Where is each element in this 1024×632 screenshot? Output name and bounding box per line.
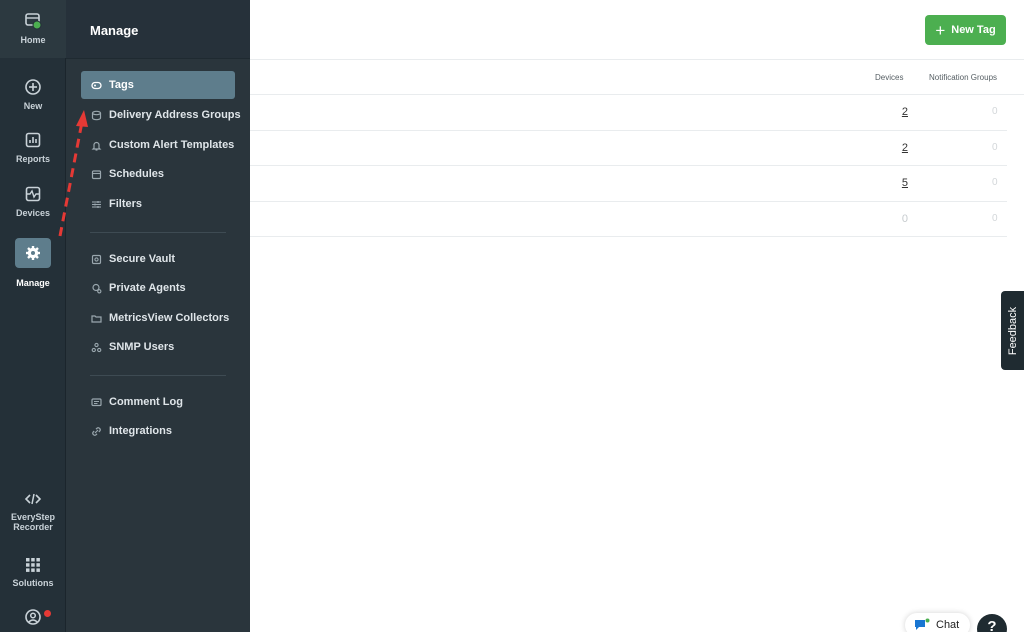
notification-groups-count: 0 <box>992 177 998 188</box>
devices-count-link[interactable]: 5 <box>888 177 908 189</box>
menu-item-private-agents[interactable]: Private Agents <box>81 274 235 302</box>
plus-circle-icon <box>25 79 41 95</box>
menu-item-filters[interactable]: Filters <box>81 190 235 218</box>
agent-icon <box>92 283 102 293</box>
panel-title: Manage <box>66 0 250 59</box>
user-avatar-icon <box>25 609 41 625</box>
chat-bubble-icon <box>915 618 930 630</box>
home-dashboard-icon <box>25 13 42 30</box>
new-tag-button[interactable]: + New Tag <box>925 15 1006 45</box>
annotation-arrow <box>58 110 88 237</box>
rail-solutions[interactable]: Solutions <box>0 557 66 588</box>
rail-everystep-recorder[interactable]: EveryStep Recorder <box>0 491 66 532</box>
devices-count-link[interactable]: 2 <box>888 142 908 154</box>
filter-icon <box>92 200 101 208</box>
table-row[interactable]: 2 0 <box>250 95 1007 131</box>
feedback-label: Feedback <box>1006 306 1019 355</box>
rail-home[interactable]: Home <box>0 0 66 58</box>
bar-chart-icon <box>25 132 41 148</box>
table-row[interactable]: 5 0 <box>250 166 1007 202</box>
table-row[interactable]: 0 0 <box>250 202 1007 237</box>
menu-item-tags[interactable]: Tags <box>81 71 235 99</box>
feedback-tab[interactable]: Feedback <box>1001 291 1024 370</box>
menu-item-label: Integrations <box>109 425 172 437</box>
top-bar: + New Tag <box>250 0 1024 60</box>
rail-reports-label: Reports <box>15 154 50 164</box>
rail-new[interactable]: New <box>0 78 66 111</box>
notification-groups-count: 0 <box>992 141 998 153</box>
menu-item-label: Schedules <box>109 168 165 180</box>
column-header-devices[interactable]: Devices <box>875 73 903 82</box>
users-icon <box>91 342 102 352</box>
rail-new-label: New <box>23 101 43 111</box>
rail-solutions-label: Solutions <box>12 578 54 588</box>
menu-divider <box>90 232 226 233</box>
main-content: + New Tag Devices Notification Groups 2 … <box>250 0 1024 632</box>
menu-item-label: Secure Vault <box>109 253 176 265</box>
vault-icon <box>91 254 102 264</box>
chat-button[interactable]: Chat <box>905 613 970 632</box>
rail-home-label: Home <box>20 35 46 45</box>
rail-manage[interactable]: Manage <box>0 238 66 288</box>
devices-count-link[interactable]: 2 <box>888 106 908 118</box>
rail-manage-label: Manage <box>16 278 50 288</box>
grid-apps-icon <box>26 558 40 572</box>
rail-profile[interactable] <box>0 608 66 626</box>
pulse-monitor-icon <box>25 186 41 202</box>
menu-divider <box>90 375 226 376</box>
menu-item-comment-log[interactable]: Comment Log <box>81 388 235 416</box>
menu-item-label: MetricsView Collectors <box>109 312 230 324</box>
notification-dot <box>44 610 51 617</box>
code-icon <box>24 493 42 505</box>
new-tag-label: New Tag <box>951 24 996 36</box>
table-header: Devices Notification Groups <box>250 60 1024 95</box>
rail-everystep-label: EveryStep Recorder <box>11 512 56 532</box>
menu-item-integrations[interactable]: Integrations <box>81 417 235 445</box>
folder-icon <box>91 314 102 323</box>
comment-icon <box>91 397 102 406</box>
manage-panel: Manage Tags Delivery Address Groups Cust… <box>66 0 250 632</box>
devices-count: 0 <box>901 212 908 225</box>
menu-item-secure-vault[interactable]: Secure Vault <box>81 245 235 273</box>
menu-item-label: Custom Alert Templates <box>109 139 235 151</box>
help-icon: ? <box>987 618 997 632</box>
rail-devices-label: Devices <box>15 208 51 218</box>
menu-item-label: Delivery Address Groups <box>109 109 241 121</box>
app-root: Home New Reports Devices Manage EverySte… <box>0 0 1024 632</box>
manage-tile[interactable] <box>15 238 51 268</box>
menu-item-schedules[interactable]: Schedules <box>81 160 235 188</box>
column-header-notification-groups[interactable]: Notification Groups <box>929 73 997 82</box>
menu-item-label: Private Agents <box>109 282 186 294</box>
menu-item-metricsview-collectors[interactable]: MetricsView Collectors <box>81 304 235 332</box>
plus-icon: + <box>935 20 946 40</box>
menu-item-label: Filters <box>109 198 143 210</box>
menu-item-delivery-address-groups[interactable]: Delivery Address Groups <box>81 101 241 129</box>
tag-icon <box>91 81 102 89</box>
menu-item-label: Tags <box>109 79 134 91</box>
chat-label: Chat <box>936 619 960 631</box>
bell-icon <box>91 141 102 151</box>
menu-item-label: Comment Log <box>109 396 183 408</box>
menu-item-custom-alert-templates[interactable]: Custom Alert Templates <box>81 131 235 159</box>
stack-icon <box>91 110 102 120</box>
link-icon <box>92 426 101 436</box>
calendar-icon <box>91 169 102 179</box>
left-rail: Home New Reports Devices Manage EverySte… <box>0 0 66 632</box>
menu-item-snmp-users[interactable]: SNMP Users <box>81 333 235 361</box>
menu-item-label: SNMP Users <box>109 341 175 353</box>
table-row[interactable]: 2 0 <box>250 131 1007 166</box>
notification-groups-count: 0 <box>992 212 998 224</box>
notification-groups-count: 0 <box>992 106 998 117</box>
gear-icon <box>26 246 40 260</box>
